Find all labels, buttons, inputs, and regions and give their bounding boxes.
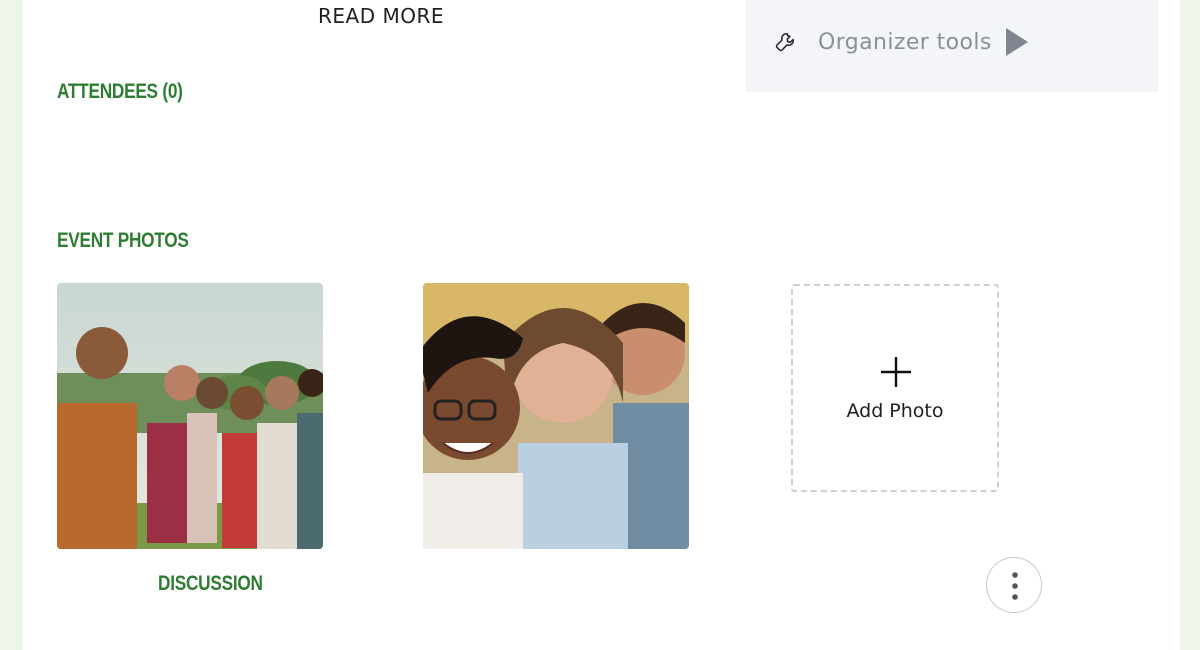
organizer-panel: Organizer tools [746, 0, 1158, 92]
event-photo[interactable] [423, 283, 689, 549]
read-more-link[interactable]: READ MORE [318, 4, 444, 28]
discussion-heading: DISCUSSION [158, 572, 263, 595]
wrench-icon [774, 31, 796, 53]
more-options-button[interactable] [986, 557, 1042, 613]
event-photo[interactable] [57, 283, 323, 549]
play-triangle-icon [1005, 28, 1028, 56]
attendees-heading: ATTENDEES (0) [57, 80, 183, 103]
plus-icon [880, 356, 912, 388]
organizer-tools-toggle[interactable]: Organizer tools [774, 28, 1028, 56]
organizer-tools-label: Organizer tools [818, 29, 992, 55]
event-photos-heading: EVENT PHOTOS [57, 229, 189, 252]
kebab-menu-icon [1012, 572, 1018, 600]
event-page: READ MORE Organizer tools ATTENDEES (0) … [23, 0, 1180, 650]
add-photo-button[interactable]: Add Photo [791, 284, 999, 492]
add-photo-label: Add Photo [846, 400, 944, 422]
